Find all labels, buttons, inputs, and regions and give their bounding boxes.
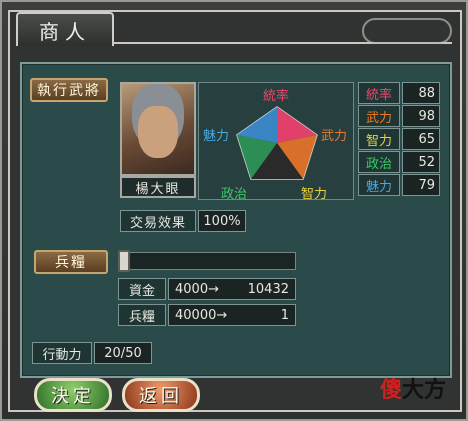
provisions-label: 兵糧: [118, 304, 166, 326]
watermark-logo: 傻大方: [380, 372, 446, 404]
stat-value: 79: [402, 174, 440, 196]
watermark-part1: 傻: [380, 378, 403, 403]
stat-label: 統率: [358, 82, 400, 104]
general-name: 楊大眼: [120, 176, 196, 198]
provisions-button[interactable]: 兵糧: [34, 250, 108, 274]
funds-to: 10432: [247, 281, 289, 297]
trade-effect-label: 交易效果: [120, 210, 196, 232]
radar-label-intel: 智力: [301, 187, 328, 202]
general-face-icon: [138, 106, 178, 158]
provisions-slider-track[interactable]: [118, 252, 296, 270]
provisions-to: 1: [280, 307, 289, 323]
back-button[interactable]: 返回: [122, 378, 200, 412]
stats-table: 統率 88 武力 98 智力 65 政治 52 魅力 79: [358, 82, 442, 197]
stat-label: 智力: [358, 128, 400, 150]
provisions-from: 40000→: [175, 307, 228, 323]
radar-label-war: 武力: [321, 129, 348, 144]
stat-row-politics: 政治 52: [358, 151, 442, 173]
stat-row-intel: 智力 65: [358, 128, 442, 150]
select-general-button[interactable]: 執行武將: [30, 78, 108, 102]
window-title: 商人: [16, 12, 114, 46]
stat-label: 武力: [358, 105, 400, 127]
stat-value: 52: [402, 151, 440, 173]
stat-row-leadership: 統率 88: [358, 82, 442, 104]
stat-label: 魅力: [358, 174, 400, 196]
stat-value: 88: [402, 82, 440, 104]
stat-value: 65: [402, 128, 440, 150]
stat-value: 98: [402, 105, 440, 127]
merchant-window: 商人 執行武將 楊大眼 統率 武力 智力 政治 魅力 統率 88 武力 98 智…: [0, 0, 468, 421]
watermark-part2: 大方: [402, 378, 447, 403]
stat-label: 政治: [358, 151, 400, 173]
funds-label: 資金: [118, 278, 166, 300]
stat-radar-chart: 統率 武力 智力 政治 魅力: [198, 82, 354, 202]
radar-label-politics: 政治: [221, 187, 248, 202]
confirm-button[interactable]: 決定: [34, 378, 112, 412]
funds-value: 4000→ 10432: [168, 278, 296, 300]
general-portrait[interactable]: [120, 82, 196, 176]
stat-row-charm: 魅力 79: [358, 174, 442, 196]
radar-label-charm: 魅力: [203, 129, 230, 144]
radar-label-leadership: 統率: [263, 89, 290, 104]
trade-effect-value: 100%: [198, 210, 246, 232]
stat-row-war: 武力 98: [358, 105, 442, 127]
cloud-ornament-icon: [362, 18, 452, 44]
provisions-value: 40000→ 1: [168, 304, 296, 326]
action-points-value: 20/50: [94, 342, 152, 364]
provisions-slider-handle[interactable]: [118, 250, 130, 272]
funds-from: 4000→: [175, 281, 219, 297]
action-points-label: 行動力: [32, 342, 92, 364]
